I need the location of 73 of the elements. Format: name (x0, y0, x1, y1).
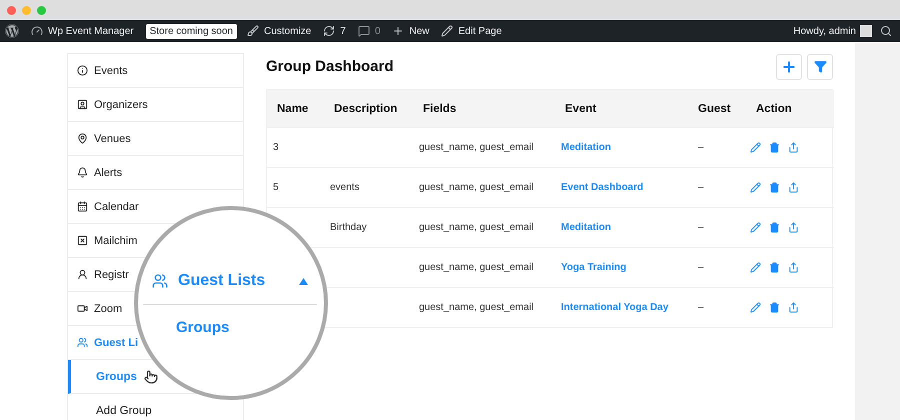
search-icon[interactable] (880, 25, 892, 37)
pencil-icon[interactable] (441, 25, 454, 37)
column-header: Fields (413, 90, 555, 127)
column-header: Name (267, 90, 324, 127)
map-pin-icon (77, 133, 88, 144)
plus-icon (781, 58, 797, 74)
trash-icon[interactable] (769, 222, 780, 233)
share-icon[interactable] (788, 302, 799, 313)
toolbar-link[interactable]: Edit Page (458, 26, 502, 36)
gauge-icon[interactable] (31, 25, 43, 37)
sidebar-item[interactable]: Organizers (68, 88, 243, 122)
trash-icon[interactable] (769, 142, 780, 153)
hand-cursor-icon (144, 370, 158, 384)
column-header: Description (324, 90, 413, 127)
table-cell: – (688, 247, 746, 287)
edit-icon[interactable] (750, 302, 761, 313)
table-cell: Birthday (324, 207, 413, 247)
info-icon (77, 65, 88, 76)
trash-icon[interactable] (769, 182, 780, 193)
sidebar-item[interactable]: Events (68, 54, 243, 88)
comment-icon[interactable] (358, 25, 370, 37)
person-icon (77, 269, 88, 280)
edit-icon[interactable] (750, 142, 761, 153)
table-cell: – (688, 127, 746, 167)
bell-icon (77, 167, 88, 178)
close-window-button[interactable] (7, 6, 16, 14)
store-badge: Store coming soon (146, 24, 237, 38)
add-button[interactable] (776, 54, 802, 80)
share-icon[interactable] (788, 182, 799, 193)
table-cell: – (688, 287, 746, 327)
logo-icon[interactable] (5, 24, 19, 38)
toolbar-link[interactable]: 7 (340, 26, 346, 36)
column-header: Event (555, 90, 688, 127)
column-header: Action (746, 90, 834, 127)
table-cell: events (324, 167, 413, 207)
table-cell: guest_name, guest_email (413, 207, 555, 247)
table-cell: 3 (267, 127, 324, 167)
page-title: Group Dashboard (266, 58, 394, 75)
table-cell: 5 (267, 167, 324, 207)
greeting-link[interactable]: Howdy, admin (793, 26, 856, 36)
calendar-icon (77, 201, 88, 212)
avatar-icon (860, 25, 872, 37)
filter-button[interactable] (807, 54, 833, 80)
table-cell: – (688, 207, 746, 247)
filter-icon (814, 60, 826, 73)
table-cell: – (688, 167, 746, 207)
table-cell: guest_name, guest_email (413, 287, 555, 327)
edit-icon[interactable] (750, 222, 761, 233)
toolbar-link[interactable]: 0 (374, 26, 380, 36)
people-icon (152, 273, 168, 289)
column-header: Guest (688, 90, 746, 127)
share-icon[interactable] (788, 142, 799, 153)
brush-icon[interactable] (247, 25, 259, 37)
site-link[interactable]: Wp Event Manager (48, 26, 134, 36)
table-cell: guest_name, guest_email (413, 167, 555, 207)
people-icon (77, 337, 88, 348)
sidebar-item[interactable]: Alerts (68, 156, 243, 190)
toolbar-link[interactable]: Customize (264, 26, 312, 36)
person-icon (77, 99, 88, 110)
edit-icon[interactable] (750, 182, 761, 193)
trash-icon[interactable] (769, 262, 780, 273)
edit-icon[interactable] (750, 262, 761, 273)
sidebar-item[interactable]: Venues (68, 122, 243, 156)
share-icon[interactable] (788, 222, 799, 233)
plus-icon[interactable] (392, 25, 404, 37)
mail-icon (77, 235, 88, 246)
table-cell: guest_name, guest_email (413, 127, 555, 167)
refresh-icon[interactable] (323, 25, 336, 37)
toolbar-link[interactable]: New (409, 26, 430, 36)
trash-icon[interactable] (769, 302, 780, 313)
share-icon[interactable] (788, 262, 799, 273)
table-cell: guest_name, guest_email (413, 247, 555, 287)
video-camera-icon (77, 303, 88, 314)
